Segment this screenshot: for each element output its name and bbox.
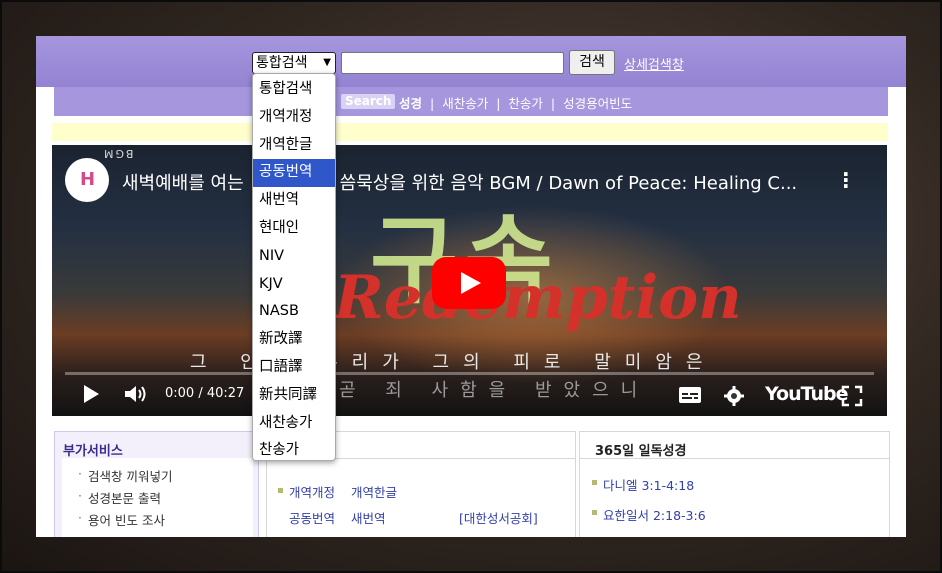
dropdown-option[interactable]: 새찬송가 [253, 410, 335, 438]
list-item[interactable]: 성경본문 출력 [78, 488, 161, 507]
daily-reading-panel: 365일 일독성경 다니엘 3:1-4:18 요한일서 2:18-3:6 [579, 431, 890, 537]
dropdown-option[interactable]: 찬송가 [253, 437, 335, 465]
version-link[interactable]: 새번역 [351, 508, 386, 527]
dropdown-option[interactable]: NIV [253, 243, 335, 271]
search-badge: Search [341, 94, 396, 109]
dropdown-option[interactable]: 개역한글 [253, 132, 335, 160]
dropdown-option[interactable]: 口語譯 [253, 354, 335, 382]
publisher-link[interactable]: [대한성서공회] [459, 508, 538, 527]
subnav-item-bible[interactable]: 성경 [399, 96, 422, 111]
fullscreen-icon[interactable] [841, 385, 863, 411]
search-input[interactable] [341, 52, 564, 74]
video-title-part2: 씀묵상을 위한 음악 BGM / Dawn of Peace: Healing … [339, 173, 798, 194]
list-item[interactable]: 용어 빈도 조사 [78, 510, 165, 529]
dropdown-option[interactable]: 새번역 [253, 187, 335, 215]
daily-reading-title: 365일 일독성경 [595, 444, 687, 459]
dropdown-option[interactable]: 개역개정 [253, 104, 335, 132]
chevron-down-icon: ▼ [323, 57, 331, 68]
bible-site-page: 통합검색 ▼ 검색 상세검색창 Search 성경 | 새찬송가 | 찬송가 |… [36, 36, 906, 537]
search-button[interactable]: 검색 [569, 50, 615, 75]
extra-services-title: 부가서비스 [63, 444, 123, 459]
dropdown-option[interactable]: 통합검색 [253, 76, 335, 104]
subnav-item-new-hymnal[interactable]: 새찬송가 [442, 96, 488, 111]
dropdown-option[interactable]: 현대인 [253, 215, 335, 243]
channel-logo[interactable]: H [65, 158, 109, 202]
subtitle-line-2: 곧 죄 사함을 받았으니 [339, 380, 650, 401]
subnav-separator: | [550, 96, 556, 111]
dropdown-option[interactable]: 新共同譯 [253, 382, 335, 410]
version-link[interactable]: 개역한글 [351, 482, 397, 501]
bullet-icon [278, 488, 283, 493]
subnav-item-term-frequency[interactable]: 성경용어빈도 [563, 96, 632, 111]
dropdown-option-highlighted[interactable]: 공동번역 [253, 159, 335, 188]
search-scope-dropdown[interactable]: 통합검색 개역개정 개역한글 공동번역 새번역 현대인 NIV KJV NASB… [252, 73, 336, 461]
dropdown-option[interactable]: 新改譯 [253, 326, 335, 354]
extra-services-list: 검색창 끼워넣기 성경본문 출력 용어 빈도 조사 [62, 458, 253, 537]
volume-icon[interactable] [123, 383, 149, 409]
gear-icon[interactable] [723, 385, 745, 411]
version-link[interactable]: 공동번역 [289, 508, 335, 527]
search-scope-select[interactable]: 통합검색 ▼ [252, 52, 336, 74]
version-link[interactable]: 개역개정 [289, 482, 335, 501]
play-icon[interactable] [80, 383, 102, 409]
subnav-links: 성경 | 새찬송가 | 찬송가 | 성경용어빈도 [399, 93, 632, 112]
dropdown-option[interactable]: KJV [253, 271, 335, 299]
video-time: 0:00 / 40:27 [165, 386, 245, 401]
youtube-logo[interactable]: YouTube [765, 383, 848, 405]
play-button[interactable] [432, 257, 506, 309]
dropdown-option[interactable]: NASB [253, 298, 335, 326]
sub-navigation: Search 성경 | 새찬송가 | 찬송가 | 성경용어빈도 [54, 87, 888, 116]
video-title-part1: 새벽예배를 여는 [122, 173, 244, 194]
reading-link[interactable]: 요한일서 2:18-3:6 [603, 505, 706, 524]
subnav-separator: | [430, 96, 435, 111]
video-title[interactable]: 새벽예배를 여는 씀묵상을 위한 음악 BGM / Dawn of Peace: … [122, 169, 822, 195]
progress-bar[interactable] [65, 372, 874, 375]
more-vertical-icon[interactable]: · · · [842, 164, 850, 196]
youtube-embed[interactable]: 구속 Redemption H BGM 새벽예배를 여는씀묵상을 위한 음악 B… [52, 145, 887, 416]
list-item[interactable]: 검색창 끼워넣기 [78, 466, 173, 485]
subnav-item-hymnal[interactable]: 찬송가 [508, 96, 543, 111]
bullet-icon [592, 510, 597, 515]
channel-logo-letter: H [80, 169, 96, 190]
divider [580, 458, 889, 459]
channel-tag: BGM [102, 147, 134, 160]
bullet-icon [592, 480, 597, 485]
search-header: 통합검색 ▼ 검색 상세검색창 [36, 36, 906, 87]
extra-services-panel: 부가서비스 검색창 끼워넣기 성경본문 출력 용어 빈도 조사 [54, 431, 259, 537]
subnav-separator: | [496, 96, 501, 111]
reading-link[interactable]: 다니엘 3:1-4:18 [603, 475, 694, 494]
notice-bar [52, 123, 888, 141]
video-overlay-english: Redemption [334, 263, 742, 333]
search-scope-value: 통합검색 [256, 55, 308, 71]
advanced-search-link[interactable]: 상세검색창 [624, 54, 684, 73]
captions-icon[interactable] [678, 385, 702, 409]
